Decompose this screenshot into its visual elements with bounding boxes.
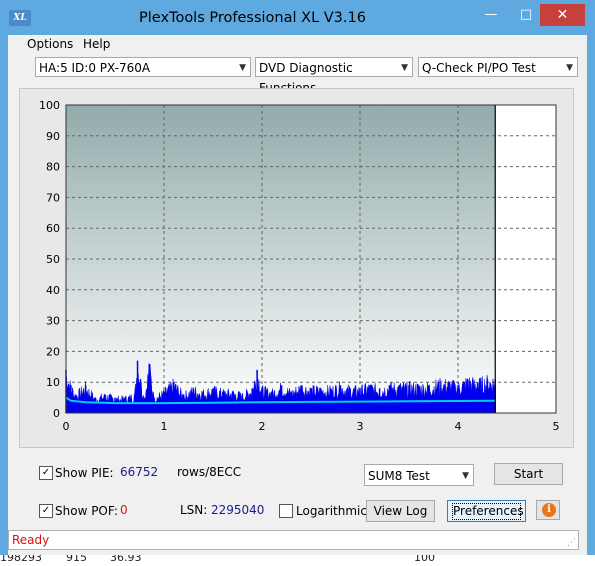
- chevron-down-icon: ▼: [401, 63, 408, 73]
- y-tick-label: 40: [46, 284, 60, 297]
- client-area: Options Help HA:5 ID:0 PX-760A ▼ DVD Dia…: [8, 35, 587, 555]
- show-pof-label: Show POF:: [55, 504, 118, 518]
- y-tick-label: 30: [46, 315, 60, 328]
- pi-po-chart: 0 10 20 30 40 50 60 70 80 90 100 0 1 2 3 4 5: [39, 99, 560, 433]
- function-select[interactable]: DVD Diagnostic Functions ▼: [255, 57, 413, 95]
- background-window-strip: 198293 915 36.93 100: [0, 555, 595, 566]
- pie-value: 66752: [120, 465, 159, 479]
- sum-test-select[interactable]: SUM8 Test ▼: [364, 464, 474, 486]
- preferences-button-label: Preferences: [452, 503, 524, 520]
- close-button[interactable]: ✕: [540, 4, 585, 26]
- y-tick-label: 70: [46, 191, 60, 204]
- show-pof-checkbox[interactable]: ✓: [39, 504, 53, 518]
- y-tick-label: 60: [46, 222, 60, 235]
- lsn-label: LSN:: [180, 503, 208, 517]
- underlay-cell: 100: [414, 555, 435, 564]
- minimize-button[interactable]: —: [474, 4, 508, 26]
- underlay-cell: 915: [66, 555, 87, 564]
- app-window: XL PlexTools Professional XL V3.16 — □ ✕…: [0, 0, 595, 566]
- y-tick-label: 50: [46, 253, 60, 266]
- y-tick-label: 0: [53, 407, 60, 420]
- chevron-down-icon: ▼: [462, 471, 469, 481]
- test-select[interactable]: Q-Check PI/PO Test ▼: [418, 57, 578, 77]
- underlay-cell: 198293: [0, 555, 42, 564]
- x-tick-label: 4: [455, 420, 462, 433]
- resize-grip-icon[interactable]: ⋰: [567, 538, 576, 548]
- sum-test-select-value: SUM8 Test: [368, 469, 430, 483]
- x-tick-label: 3: [357, 420, 364, 433]
- y-tick-label: 90: [46, 130, 60, 143]
- status-bar: Ready ⋰: [8, 530, 579, 550]
- pof-value: 0: [120, 503, 128, 517]
- y-tick-label: 20: [46, 345, 60, 358]
- y-tick-label: 100: [39, 99, 60, 112]
- menu-bar: Options Help: [8, 35, 587, 54]
- show-pie-checkbox[interactable]: ✓: [39, 466, 53, 480]
- start-button[interactable]: Start: [494, 463, 563, 485]
- x-tick-label: 1: [161, 420, 168, 433]
- menu-options[interactable]: Options: [27, 37, 73, 51]
- underlay-cell: 36.93: [110, 555, 142, 564]
- chevron-down-icon: ▼: [566, 63, 573, 73]
- title-bar[interactable]: XL PlexTools Professional XL V3.16 — □ ✕: [0, 0, 595, 35]
- chart-frame: 0 10 20 30 40 50 60 70 80 90 100 0 1 2 3 4 5: [19, 88, 574, 448]
- x-tick-label: 0: [63, 420, 70, 433]
- y-tick-label: 10: [46, 376, 60, 389]
- drive-select[interactable]: HA:5 ID:0 PX-760A ▼: [35, 57, 251, 77]
- pie-unit: rows/8ECC: [177, 465, 242, 479]
- logarithmic-label: Logarithmic: [296, 504, 367, 518]
- window-title: PlexTools Professional XL V3.16: [139, 10, 366, 26]
- view-log-button[interactable]: View Log: [366, 500, 435, 522]
- x-tick-label: 2: [259, 420, 266, 433]
- status-text: Ready: [12, 533, 50, 547]
- preferences-button[interactable]: Preferences: [447, 500, 526, 522]
- maximize-button[interactable]: □: [509, 4, 543, 26]
- info-button[interactable]: i: [536, 500, 560, 520]
- lsn-value: 2295040: [211, 503, 265, 517]
- show-pie-label: Show PIE:: [55, 466, 114, 480]
- chevron-down-icon: ▼: [239, 63, 246, 73]
- x-tick-label: 5: [553, 420, 560, 433]
- y-tick-label: 80: [46, 161, 60, 174]
- logarithmic-checkbox[interactable]: [279, 504, 293, 518]
- info-icon: i: [542, 503, 556, 517]
- test-select-value: Q-Check PI/PO Test: [422, 61, 536, 75]
- menu-help[interactable]: Help: [83, 37, 110, 51]
- drive-select-value: HA:5 ID:0 PX-760A: [39, 61, 151, 75]
